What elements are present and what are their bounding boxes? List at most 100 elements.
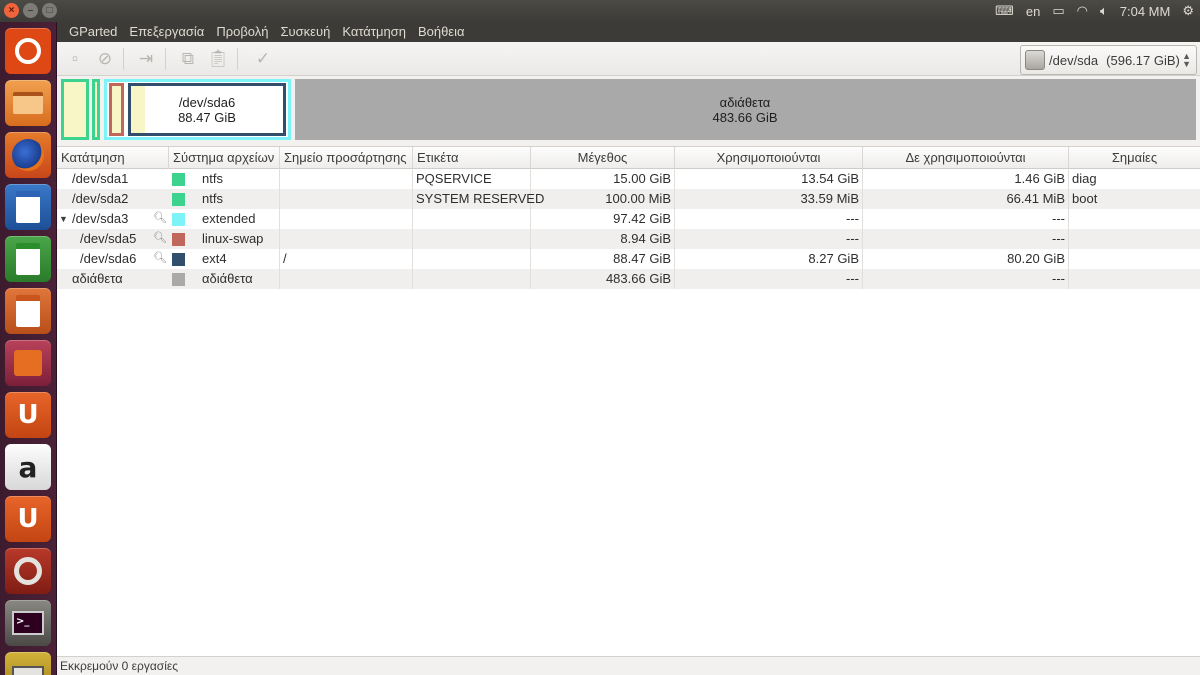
graph-partition-sda1[interactable] bbox=[61, 79, 89, 140]
cell-size: 15.00 GiB bbox=[531, 169, 675, 189]
table-row[interactable]: ▼ /dev/sda3 🔍︎ extended 97.42 GiB --- --… bbox=[57, 209, 1200, 229]
col-flags[interactable]: Σημαίες bbox=[1069, 147, 1200, 169]
menu-device[interactable]: Συσκευή bbox=[275, 22, 337, 42]
cell-unused: 66.41 MiB bbox=[863, 189, 1069, 209]
clock[interactable]: 7:04 MM bbox=[1120, 4, 1171, 19]
expander-arrow-icon[interactable]: ▼ bbox=[59, 209, 68, 229]
cell-flags: boot bbox=[1072, 191, 1098, 206]
col-unused[interactable]: Δε χρησιμοποιούνται bbox=[863, 147, 1069, 169]
cell-unused: --- bbox=[863, 269, 1069, 289]
sda6-graph-name: /dev/sda6 bbox=[178, 95, 236, 110]
key-lock-icon: 🔍︎ bbox=[153, 232, 167, 244]
copy-icon[interactable]: ⧉ bbox=[177, 48, 199, 70]
cell-flags: diag bbox=[1072, 171, 1097, 186]
cell-size: 100.00 MiB bbox=[531, 189, 675, 209]
cell-unused: 1.46 GiB bbox=[863, 169, 1069, 189]
col-mountpoint[interactable]: Σημείο προσάρτησης bbox=[280, 147, 413, 169]
keyboard-icon[interactable]: ⌨ bbox=[995, 3, 1014, 19]
disk-graph: /dev/sda6 88.47 GiB αδιάθετα 483.66 GiB bbox=[57, 76, 1200, 144]
table-header: Κατάτμηση Σύστημα αρχείων Σημείο προσάρτ… bbox=[57, 147, 1200, 169]
amazon-icon[interactable]: a bbox=[5, 444, 51, 490]
cell-partition: /dev/sda2 bbox=[72, 191, 129, 206]
cell-flags bbox=[1069, 249, 1200, 269]
cell-partition: /dev/sda5 bbox=[80, 231, 137, 246]
cell-filesystem: ext4 bbox=[199, 249, 280, 269]
col-size[interactable]: Μέγεθος bbox=[531, 147, 675, 169]
table-row[interactable]: /dev/sda2 ntfs SYSTEM RESERVED 100.00 Mi… bbox=[57, 189, 1200, 209]
menu-view[interactable]: Προβολή bbox=[210, 22, 274, 42]
new-partition-icon[interactable]: ▫ bbox=[64, 48, 86, 70]
col-partition[interactable]: Κατάτμηση bbox=[57, 147, 169, 169]
unallocated-graph-label: αδιάθετα 483.66 GiB bbox=[645, 95, 845, 125]
gear-icon[interactable]: ⚙ bbox=[1182, 3, 1194, 19]
terminal-icon[interactable]: >_ bbox=[5, 600, 51, 646]
top-panel: × – □ ⌨ en ▭ ◠ 🔈︎ 7:04 MM ⚙ bbox=[0, 0, 1200, 22]
fs-color-swatch bbox=[172, 213, 185, 226]
cell-size: 97.42 GiB bbox=[531, 209, 675, 229]
software-center-icon[interactable] bbox=[5, 340, 51, 386]
col-used[interactable]: Χρησιμοποιούνται bbox=[675, 147, 863, 169]
col-filesystem[interactable]: Σύστημα αρχείων bbox=[169, 147, 280, 169]
graph-partition-sda2[interactable] bbox=[92, 79, 100, 140]
graph-partition-sda5[interactable] bbox=[109, 83, 124, 136]
cell-mountpoint bbox=[280, 189, 413, 209]
cell-flags bbox=[1069, 229, 1200, 249]
table-row[interactable]: /dev/sda1 ntfs PQSERVICE 15.00 GiB 13.54… bbox=[57, 169, 1200, 189]
cell-partition: αδιάθετα bbox=[72, 271, 123, 286]
menu-edit[interactable]: Επεξεργασία bbox=[123, 22, 210, 42]
cell-label bbox=[413, 229, 531, 249]
firefox-icon[interactable] bbox=[5, 132, 51, 178]
sda6-graph-label: /dev/sda6 88.47 GiB bbox=[157, 95, 257, 125]
dash-home-icon[interactable] bbox=[5, 28, 51, 74]
col-label[interactable]: Ετικέτα bbox=[413, 147, 531, 169]
ubuntu-one-icon[interactable]: U bbox=[5, 392, 51, 438]
menu-partition[interactable]: Κατάτμηση bbox=[336, 22, 412, 42]
resize-move-icon[interactable]: ⇥ bbox=[135, 48, 157, 70]
table-row[interactable]: αδιάθετα αδιάθετα 483.66 GiB --- --- bbox=[57, 269, 1200, 289]
key-lock-icon: 🔍︎ bbox=[153, 252, 167, 264]
delete-partition-icon[interactable]: ⊘ bbox=[94, 48, 116, 70]
table-row[interactable]: /dev/sda5 🔍︎ linux-swap 8.94 GiB --- --- bbox=[57, 229, 1200, 249]
volume-icon[interactable]: 🔈︎ bbox=[1100, 3, 1108, 19]
status-bar: Εκκρεμούν 0 εργασίες bbox=[57, 656, 1200, 675]
cell-mountpoint: / bbox=[280, 249, 413, 269]
cell-filesystem: linux-swap bbox=[199, 229, 280, 249]
minimize-window-button[interactable]: – bbox=[23, 3, 38, 18]
battery-icon[interactable]: ▭ bbox=[1052, 3, 1064, 19]
writer-icon[interactable] bbox=[5, 184, 51, 230]
keyboard-layout[interactable]: en bbox=[1026, 4, 1040, 19]
table-row[interactable]: /dev/sda6 🔍︎ ext4 / 88.47 GiB 8.27 GiB 8… bbox=[57, 249, 1200, 269]
sda6-graph-size: 88.47 GiB bbox=[178, 110, 236, 125]
apply-icon[interactable]: ✓ bbox=[252, 48, 274, 70]
device-selector[interactable]: /dev/sda (596.17 GiB) ▲ ▼ bbox=[1020, 45, 1197, 75]
cell-filesystem: αδιάθετα bbox=[199, 269, 280, 289]
cell-filesystem: ntfs bbox=[199, 169, 280, 189]
cell-mountpoint bbox=[280, 229, 413, 249]
launcher: U a U >_ bbox=[0, 22, 57, 675]
gparted-icon[interactable] bbox=[5, 652, 51, 675]
cell-label bbox=[413, 209, 531, 229]
system-settings-icon[interactable] bbox=[5, 548, 51, 594]
wifi-icon[interactable]: ◠ bbox=[1077, 3, 1088, 19]
sda6-used-fill bbox=[131, 86, 145, 133]
menu-help[interactable]: Βοήθεια bbox=[412, 22, 471, 42]
harddisk-icon bbox=[1025, 50, 1045, 70]
cell-filesystem: extended bbox=[199, 209, 280, 229]
fs-color-swatch bbox=[172, 273, 185, 286]
calc-icon[interactable] bbox=[5, 236, 51, 282]
cell-used: 13.54 GiB bbox=[675, 169, 863, 189]
close-window-button[interactable]: × bbox=[4, 3, 19, 18]
maximize-window-button[interactable]: □ bbox=[42, 3, 57, 18]
fs-color-swatch bbox=[172, 173, 185, 186]
paste-icon[interactable]: 📋︎ bbox=[207, 48, 229, 70]
files-icon[interactable] bbox=[5, 80, 51, 126]
toolbar-separator bbox=[237, 48, 238, 70]
partition-table: Κατάτμηση Σύστημα αρχείων Σημείο προσάρτ… bbox=[57, 146, 1200, 656]
device-name: /dev/sda bbox=[1049, 52, 1099, 68]
cell-used: 8.27 GiB bbox=[675, 249, 863, 269]
cell-label: PQSERVICE bbox=[413, 169, 531, 189]
menu-gparted[interactable]: GParted bbox=[63, 22, 123, 42]
indicator-area: ⌨ en ▭ ◠ 🔈︎ 7:04 MM ⚙ bbox=[995, 0, 1194, 22]
ubuntu-one-music-icon[interactable]: U bbox=[5, 496, 51, 542]
impress-icon[interactable] bbox=[5, 288, 51, 334]
